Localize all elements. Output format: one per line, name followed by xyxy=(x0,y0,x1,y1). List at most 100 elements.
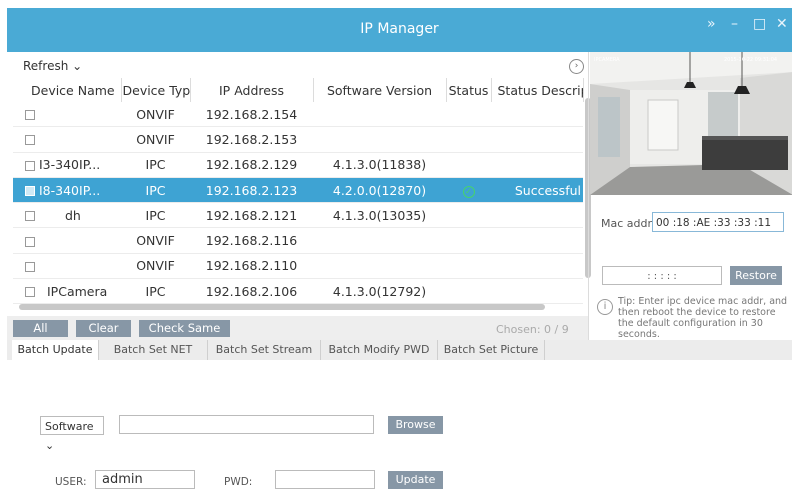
software-version: 4.1.3.0(11838) xyxy=(313,152,446,178)
col-software-version[interactable]: Software Version xyxy=(313,78,447,102)
status xyxy=(446,202,491,229)
software-version xyxy=(313,126,446,153)
close-button[interactable]: ✕ xyxy=(776,16,788,32)
tab-batch-set-picture[interactable]: Batch Set Picture xyxy=(438,340,545,360)
horizontal-scrollbar[interactable] xyxy=(19,304,545,310)
status-description xyxy=(491,202,583,229)
row-checkbox[interactable] xyxy=(25,287,35,298)
minimize-button[interactable]: – xyxy=(731,16,738,32)
ip-address: 192.168.2.154 xyxy=(190,102,313,128)
expand-panel-icon[interactable]: › xyxy=(569,59,584,74)
maximize-button[interactable]: □ xyxy=(753,16,766,32)
user-input[interactable]: admin xyxy=(95,470,195,489)
camera-preview: IPCAMERA 2015-10-22 09:31:04 xyxy=(590,52,792,195)
software-version: 4.1.3.0(13035) xyxy=(313,202,446,229)
software-version: 4.2.0.0(12870) xyxy=(313,177,446,204)
status xyxy=(446,253,491,280)
device-name: IPCamera xyxy=(47,283,108,299)
chevron-down-icon: ⌄ xyxy=(72,59,83,73)
file-path-input[interactable] xyxy=(119,415,374,434)
device-type: ONVIF xyxy=(121,253,190,280)
update-button[interactable]: Update xyxy=(388,471,443,489)
ip-address: 192.168.2.106 xyxy=(190,278,313,305)
check-same-type-button[interactable]: Check Same Type xyxy=(139,320,230,352)
ip-address: 192.168.2.110 xyxy=(190,253,313,280)
mac-address-field[interactable]: 00 :18 :AE :33 :33 :11 xyxy=(652,212,784,232)
col-status[interactable]: Status xyxy=(446,78,492,102)
table-row[interactable]: ONVIF 192.168.2.110 xyxy=(13,253,583,280)
status xyxy=(446,278,491,305)
device-name: dh xyxy=(65,207,81,223)
browse-button[interactable]: Browse xyxy=(388,416,443,434)
refresh-dropdown[interactable]: Refresh ⌄ xyxy=(23,59,82,73)
table-row[interactable]: IPCamera IPC 192.168.2.106 4.1.3.0(12792… xyxy=(13,278,583,305)
device-type: IPC xyxy=(121,278,190,305)
row-checkbox[interactable] xyxy=(25,135,35,146)
ip-address: 192.168.2.129 xyxy=(190,152,313,178)
device-type: ONVIF xyxy=(121,102,190,128)
status-description xyxy=(491,126,583,153)
selection-bar: All Clear Check Same Type Chosen: 0 / 9 xyxy=(7,316,589,352)
mac-address-label: Mac addr xyxy=(601,217,653,230)
row-checkbox[interactable] xyxy=(25,211,35,222)
tab-batch-set-net[interactable]: Batch Set NET xyxy=(99,340,208,360)
tab-batch-update[interactable]: Batch Update xyxy=(12,340,99,360)
pwd-input[interactable] xyxy=(275,470,375,489)
chevron-down-icon: ⌄ xyxy=(45,439,55,452)
ip-address: 192.168.2.123 xyxy=(190,177,313,204)
tab-batch-set-stream[interactable]: Batch Set Stream xyxy=(208,340,321,360)
status-cell: ✓ xyxy=(446,177,491,204)
row-checkbox[interactable] xyxy=(25,110,35,121)
table-header: Device Name Device Type IP Address Softw… xyxy=(13,78,584,102)
software-version xyxy=(313,253,446,280)
restore-button[interactable]: Restore xyxy=(730,266,782,285)
row-checkbox[interactable] xyxy=(25,160,35,171)
tab-batch-modify-pwd[interactable]: Batch Modify PWD xyxy=(321,340,438,360)
file-type-select[interactable]: Software ⌄ xyxy=(40,416,104,452)
clear-button[interactable]: Clear xyxy=(76,320,131,337)
device-list-panel: Refresh ⌄ › Device Name Device Type IP A… xyxy=(13,52,588,332)
pwd-label: PWD: xyxy=(224,476,253,488)
user-label: USER: xyxy=(55,476,87,488)
title-bar: IP Manager » – □ ✕ xyxy=(7,8,792,52)
device-table: Device Name Device Type IP Address Softw… xyxy=(13,78,584,305)
status-description xyxy=(491,102,583,128)
col-ip-address[interactable]: IP Address xyxy=(190,78,314,102)
table-row-selected[interactable]: I8-340IP... IPC 192.168.2.123 4.2.0.0(12… xyxy=(13,177,583,204)
row-checkbox[interactable] xyxy=(25,186,35,197)
batch-tabs: Batch Update Batch Set NET Batch Set Str… xyxy=(7,340,792,360)
ip-address: 192.168.2.121 xyxy=(190,202,313,229)
table-row[interactable]: ONVIF 192.168.2.153 xyxy=(13,126,583,153)
window-title: IP Manager xyxy=(360,21,439,37)
row-checkbox[interactable] xyxy=(25,236,35,247)
software-version: 4.1.3.0(12792) xyxy=(313,278,446,305)
success-check-icon: ✓ xyxy=(462,186,475,199)
col-device-type[interactable]: Device Type xyxy=(121,78,191,102)
status-description xyxy=(491,227,583,254)
ip-address: 192.168.2.153 xyxy=(190,126,313,153)
device-name: I8-340IP... xyxy=(39,182,101,198)
table-row[interactable]: ONVIF 192.168.2.154 xyxy=(13,102,583,128)
file-type-value: Software xyxy=(45,420,94,433)
status xyxy=(446,227,491,254)
status-description xyxy=(491,278,583,305)
refresh-label: Refresh xyxy=(23,59,69,73)
camera-preview-image: IPCAMERA 2015-10-22 09:31:04 xyxy=(590,52,792,195)
device-type: IPC xyxy=(121,152,190,178)
ip-manager-window: IP Manager » – □ ✕ Refresh ⌄ › Device Na… xyxy=(7,8,792,494)
device-type: ONVIF xyxy=(121,227,190,254)
software-version xyxy=(313,102,446,128)
device-type: IPC xyxy=(121,177,190,204)
restore-mac-input[interactable]: : : : : : xyxy=(602,266,722,285)
restore-tip: Tip: Enter ipc device mac addr, and then… xyxy=(618,296,788,340)
select-all-button[interactable]: All xyxy=(13,320,68,337)
col-status-description[interactable]: Status Description xyxy=(491,78,584,102)
list-toolbar: Refresh ⌄ › xyxy=(13,56,588,78)
row-checkbox[interactable] xyxy=(25,261,35,272)
table-row[interactable]: I3-340IP... IPC 192.168.2.129 4.1.3.0(11… xyxy=(13,152,583,178)
collapse-icon[interactable]: » xyxy=(707,16,716,32)
status xyxy=(446,126,491,153)
table-row[interactable]: dh IPC 192.168.2.121 4.1.3.0(13035) xyxy=(13,202,583,229)
table-row[interactable]: ONVIF 192.168.2.116 xyxy=(13,227,583,254)
col-device-name[interactable]: Device Name xyxy=(13,78,122,102)
